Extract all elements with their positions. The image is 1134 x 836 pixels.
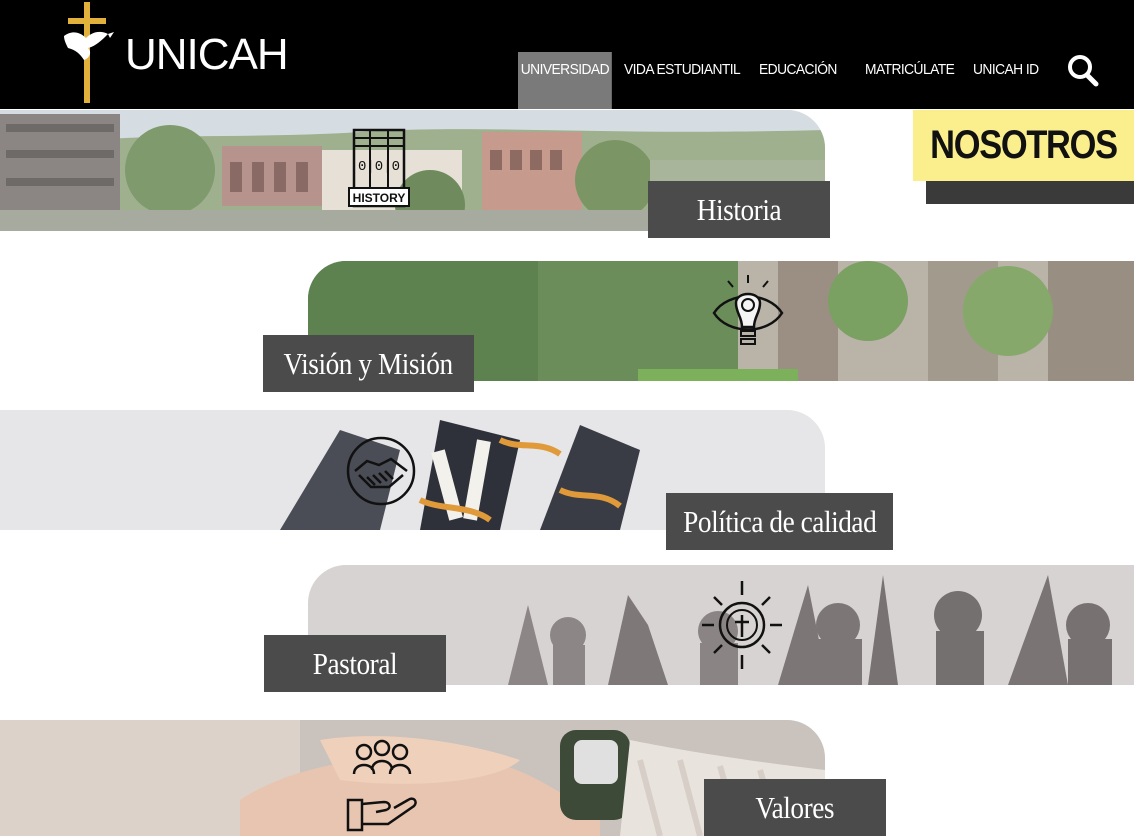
nav-unicah-id[interactable]: UNICAH ID <box>973 52 1039 109</box>
lightbulb-eye-icon <box>712 275 784 345</box>
nav-universidad[interactable]: UNIVERSIDAD <box>518 52 612 109</box>
section-pastoral-label[interactable]: Pastoral <box>264 635 446 692</box>
site-logo[interactable]: UNICAH <box>58 0 289 109</box>
cross-sun-icon <box>702 581 782 669</box>
page-title: NOSOTROS <box>913 110 1134 181</box>
svg-text:HISTORY: HISTORY <box>353 191 406 205</box>
section-pastoral-text: Pastoral <box>312 646 398 681</box>
nav-vida-estudiantil[interactable]: VIDA ESTUDIANTIL <box>624 52 741 109</box>
brand-name: UNICAH <box>125 30 289 79</box>
search-icon[interactable] <box>1066 52 1100 88</box>
section-valores-band[interactable] <box>0 720 825 836</box>
section-valores-label[interactable]: Valores <box>704 779 886 836</box>
handshake-icon <box>346 436 416 506</box>
section-politica-text: Política de calidad <box>682 504 877 539</box>
history-icon: 0|0|0 HISTORY <box>348 128 410 208</box>
nav-matriculate[interactable]: MATRICÚLATE <box>865 52 955 109</box>
section-vision-mision-label[interactable]: Visión y Misión <box>263 335 474 392</box>
people-hand-icon <box>346 739 417 832</box>
section-vision-mision-text: Visión y Misión <box>283 346 454 381</box>
site-header: UNICAH UNIVERSIDAD VIDA ESTUDIANTIL EDUC… <box>0 0 1134 109</box>
nav-educacion[interactable]: EDUCACIÓN <box>759 52 837 109</box>
section-politica-label[interactable]: Política de calidad <box>666 493 893 550</box>
cross-dove-icon <box>64 2 114 103</box>
section-valores-text: Valores <box>755 790 835 825</box>
page-title-text: NOSOTROS <box>930 123 1118 167</box>
svg-text:0|0|0: 0|0|0 <box>358 159 400 175</box>
section-historia-text: Historia <box>696 192 782 227</box>
section-historia-label[interactable]: Historia <box>648 181 830 238</box>
